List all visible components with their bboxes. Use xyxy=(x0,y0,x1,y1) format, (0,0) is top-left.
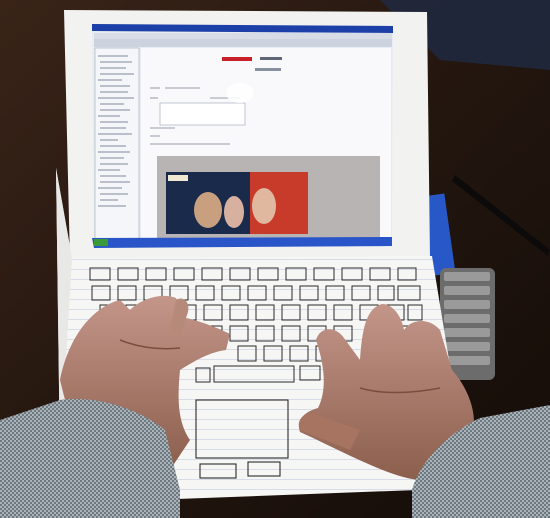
flash-glare xyxy=(226,83,254,103)
menu-bar xyxy=(94,33,392,39)
start-button xyxy=(94,239,108,246)
wrestler-left xyxy=(194,192,222,228)
text-box xyxy=(159,102,246,126)
video-caption xyxy=(168,175,188,181)
red-heading-mark xyxy=(222,57,252,61)
photo-scene xyxy=(0,0,550,518)
wrestler-middle xyxy=(224,196,244,228)
heading-text xyxy=(260,57,282,60)
paper-screen xyxy=(64,10,430,262)
wrestler-right xyxy=(252,188,276,224)
subheading-text xyxy=(255,68,281,71)
folder-tree-panel xyxy=(94,47,140,241)
toolbar xyxy=(94,39,392,47)
